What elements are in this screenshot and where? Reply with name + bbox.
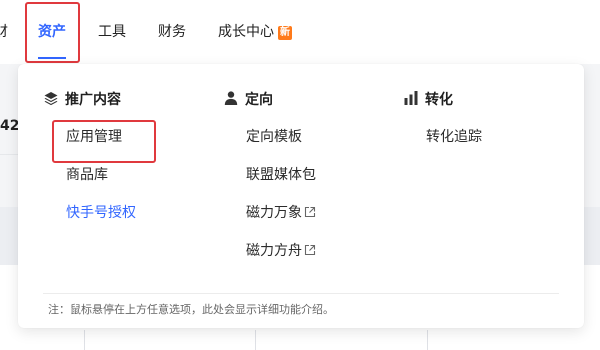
dropdown-footer-note: 注：鼠标悬停在上方任意选项，此处会显示详细功能介绍。 xyxy=(48,303,334,316)
background-divider xyxy=(0,154,18,155)
external-link-icon xyxy=(304,244,316,256)
dropdown-divider xyxy=(43,293,559,294)
assets-dropdown-menu: 推广内容 应用管理 商品库 快手号授权 定向 定向模板 联盟媒体包 磁力万象 磁… xyxy=(18,64,584,328)
column-header-label: 转化 xyxy=(425,92,453,108)
background-column-divider xyxy=(255,330,256,350)
menu-item-targeting-template[interactable]: 定向模板 xyxy=(246,127,302,147)
menu-item-label: 磁力万象 xyxy=(246,205,302,221)
assets-highlight-box xyxy=(25,2,80,63)
menu-item-conversion-tracking[interactable]: 转化追踪 xyxy=(426,127,482,147)
nav-item-growth-center[interactable]: 成长中心新 xyxy=(218,22,292,42)
external-link-icon xyxy=(304,206,316,218)
column-header-promotion-content: 推广内容 xyxy=(43,90,121,110)
nav-item-partial[interactable]: 财 xyxy=(0,22,8,42)
app-management-highlight-box xyxy=(52,120,156,163)
menu-item-kuaishou-authorization[interactable]: 快手号授权 xyxy=(66,203,136,223)
background-column-divider xyxy=(84,330,85,350)
menu-item-product-library[interactable]: 商品库 xyxy=(66,165,108,185)
column-header-targeting: 定向 xyxy=(223,90,273,110)
layers-icon xyxy=(44,92,58,106)
column-header-label: 定向 xyxy=(245,92,273,108)
new-badge: 新 xyxy=(278,26,292,40)
menu-item-magnetic-ark[interactable]: 磁力方舟 xyxy=(246,241,316,261)
menu-item-label: 磁力方舟 xyxy=(246,243,302,259)
bar-chart-icon xyxy=(404,91,418,105)
menu-item-alliance-media-pack[interactable]: 联盟媒体包 xyxy=(246,165,316,185)
top-navigation: 财 资产 工具 财务 成长中心新 xyxy=(0,0,600,64)
background-column-divider xyxy=(427,330,428,350)
nav-item-growth-center-label: 成长中心 xyxy=(218,24,274,40)
menu-item-magnetic-wanxiang[interactable]: 磁力万象 xyxy=(246,203,316,223)
nav-item-finance[interactable]: 财务 xyxy=(158,22,186,42)
user-icon xyxy=(224,91,238,105)
background-number: 42 xyxy=(0,118,20,134)
column-header-conversion: 转化 xyxy=(403,90,453,110)
column-header-label: 推广内容 xyxy=(65,92,121,108)
nav-item-tools[interactable]: 工具 xyxy=(98,22,126,42)
